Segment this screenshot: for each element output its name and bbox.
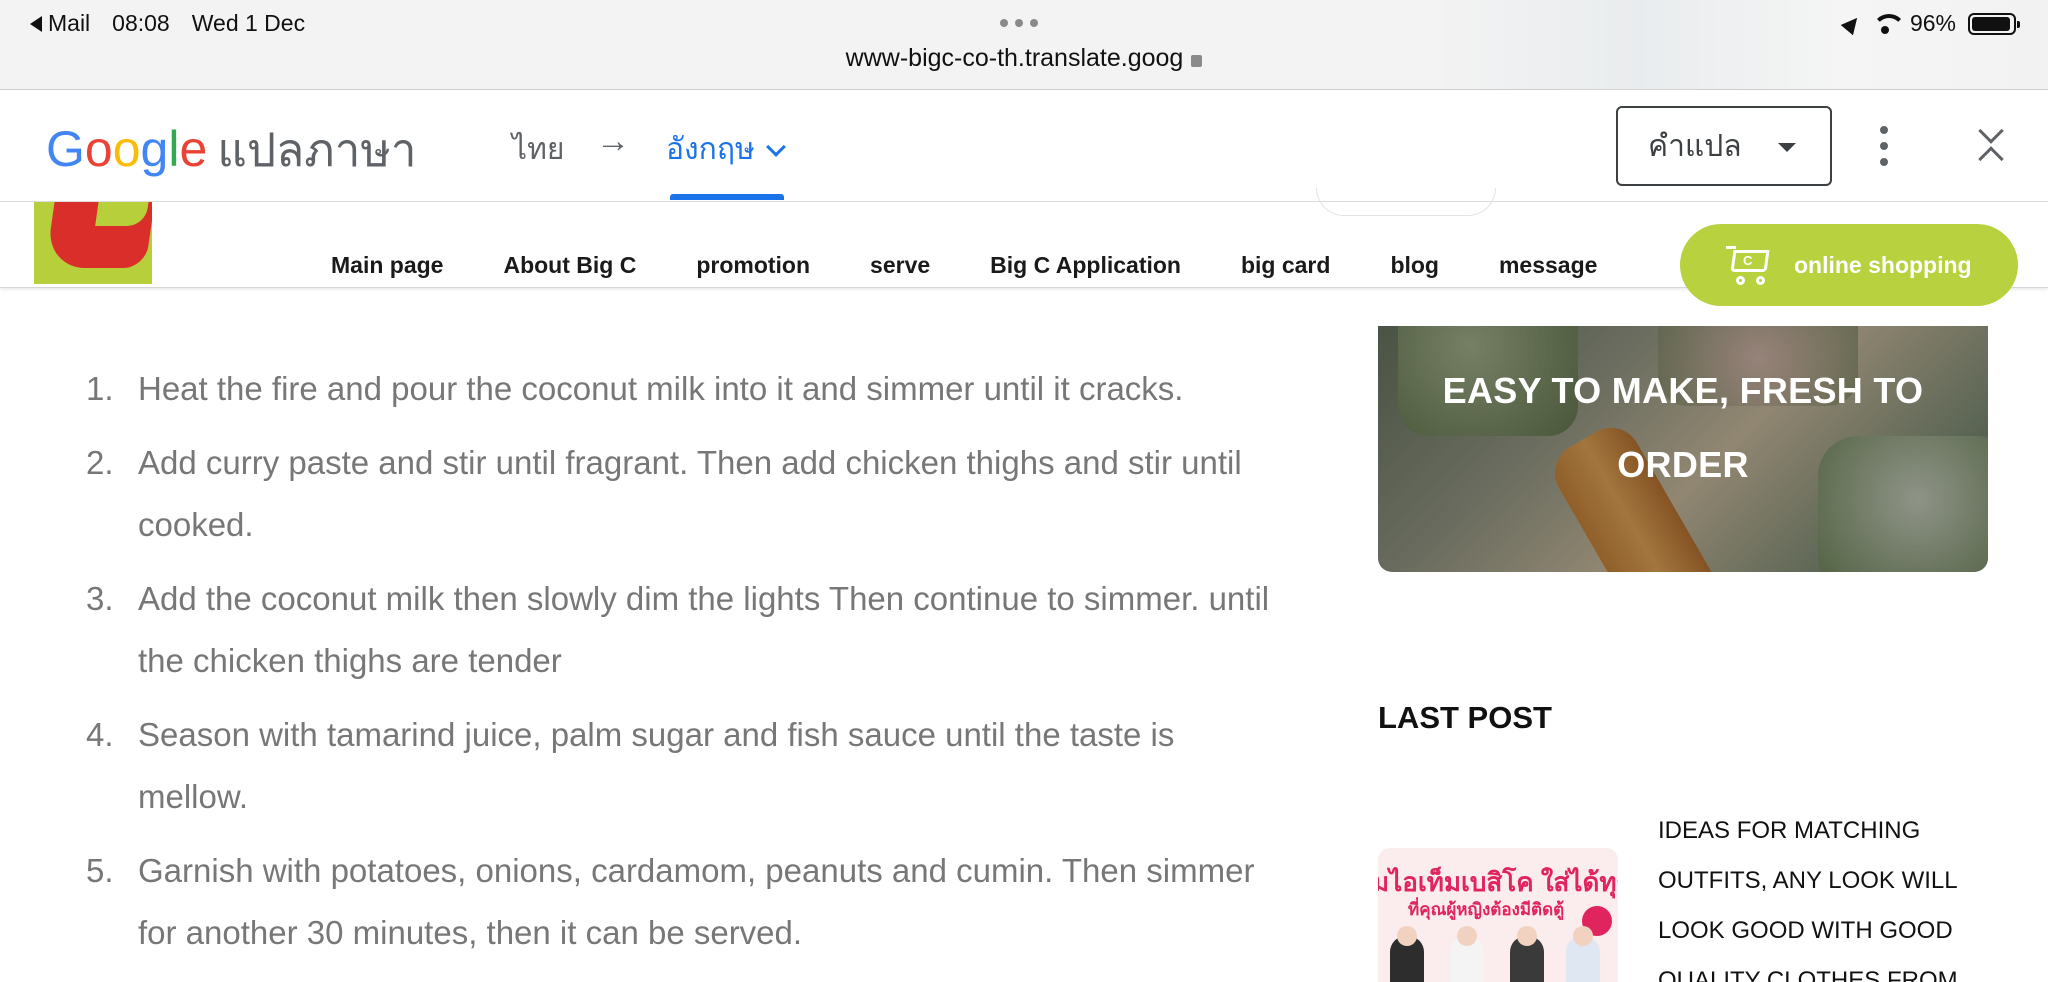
wifi-icon <box>1871 13 1906 34</box>
step-text: Add curry paste and stir until fragrant.… <box>138 444 1242 543</box>
browser-status-bar: Mail 08:08 Wed 1 Dec www-bigc-co-th.tran… <box>0 0 2048 90</box>
nav-link-about[interactable]: About Big C <box>503 252 636 279</box>
back-app-label: Mail <box>48 10 91 36</box>
big-c-logo[interactable] <box>34 202 152 284</box>
lock-icon <box>1191 55 1203 67</box>
promo-title: EASY TO MAKE, FRESH TO ORDER <box>1442 370 1924 485</box>
online-shopping-label: online shopping <box>1794 251 1972 278</box>
step-number: 1. <box>86 370 114 407</box>
step-number: 4. <box>86 716 114 753</box>
collapse-icon[interactable] <box>1978 118 2006 172</box>
online-shopping-button[interactable]: C online shopping <box>1680 224 2018 306</box>
step-text: Add the coconut milk then slowly dim the… <box>138 580 1270 679</box>
view-mode-select[interactable]: คำแปล <box>1616 106 1832 186</box>
address-bar[interactable]: www-bigc-co-th.translate.goog <box>0 44 2048 73</box>
google-translate-logo: Google แปลภาษา <box>46 114 417 187</box>
battery-percent: 96% <box>1909 10 1956 36</box>
arrow-right-icon: → <box>596 122 630 160</box>
target-language-label: อังกฤษ <box>666 133 755 166</box>
page: Mail 08:08 Wed 1 Dec www-bigc-co-th.tran… <box>0 0 2048 982</box>
view-mode-value: คำแปล <box>1648 129 1742 163</box>
nav-link-serve[interactable]: serve <box>870 252 930 279</box>
promo-banner[interactable]: EASY TO MAKE, FRESH TO ORDER <box>1378 326 1988 572</box>
logo-suffix: แปลภาษา <box>217 124 417 176</box>
model-figure <box>1390 926 1424 982</box>
thumbnail-subtext: ที่คุณผู้หญิงต้องมีติดตู้ <box>1408 900 1565 919</box>
site-navigation: Main page About Big C promotion serve Bi… <box>0 188 2048 306</box>
back-triangle-icon <box>30 15 42 32</box>
model-figure <box>1510 926 1544 982</box>
list-item: 5. Garnish with potatoes, onions, cardam… <box>72 840 1292 964</box>
search-pill[interactable] <box>1316 188 1496 216</box>
nav-link-promotion[interactable]: promotion <box>696 252 810 279</box>
nav-link-big-card[interactable]: big card <box>1241 252 1330 279</box>
last-post-heading: LAST POST <box>1378 700 1552 735</box>
battery-icon <box>1968 12 2020 35</box>
post-title-link[interactable]: IDEAS FOR MATCHING OUTFITS, ANY LOOK WIL… <box>1658 806 1988 982</box>
step-number: 5. <box>86 852 114 889</box>
active-tab-indicator <box>670 194 784 200</box>
recipe-steps-list: 1. Heat the fire and pour the coconut mi… <box>72 358 1292 976</box>
url-text: www-bigc-co-th.translate.goog <box>845 44 1184 72</box>
step-text: Season with tamarind juice, palm sugar a… <box>138 716 1175 815</box>
step-text: Heat the fire and pour the coconut milk … <box>138 370 1184 407</box>
model-figure <box>1566 926 1600 982</box>
cart-icon: C <box>1726 242 1772 286</box>
google-translate-bar: Google แปลภาษา ไทย → อังกฤษ คำแปล <box>0 90 2048 202</box>
back-to-app-button[interactable]: Mail <box>30 10 90 37</box>
list-item: 3. Add the coconut milk then slowly dim … <box>72 568 1292 692</box>
status-right: 96% <box>1840 10 2020 37</box>
nav-link-blog[interactable]: blog <box>1390 252 1439 279</box>
list-item: 2. Add curry paste and stir until fragra… <box>72 432 1292 556</box>
more-options-icon[interactable] <box>1880 126 1888 166</box>
list-item: 1. Heat the fire and pour the coconut mi… <box>72 358 1292 420</box>
status-date: Wed 1 Dec <box>191 10 306 36</box>
dropdown-caret-icon <box>1778 143 1796 152</box>
step-text: Garnish with potatoes, onions, cardamom,… <box>138 852 1255 951</box>
status-time: 08:08 <box>112 10 170 36</box>
step-number: 2. <box>86 444 114 481</box>
chevron-down-icon <box>765 136 786 157</box>
location-icon <box>1840 12 1864 35</box>
model-figure <box>1450 926 1484 982</box>
step-number: 3. <box>86 580 114 617</box>
nav-link-message[interactable]: message <box>1499 252 1597 279</box>
target-language-tab[interactable]: อังกฤษ <box>666 126 786 173</box>
post-thumbnail[interactable]: มไอเท็มเบสิโค ใส่ได้ทุกว ที่คุณผู้หญิงต้… <box>1378 848 1618 982</box>
nav-link-main-page[interactable]: Main page <box>331 252 443 279</box>
nav-links: Main page About Big C promotion serve Bi… <box>331 252 1597 279</box>
status-left: Mail 08:08 Wed 1 Dec <box>30 10 305 37</box>
source-language-tab[interactable]: ไทย <box>512 126 564 173</box>
multitasking-dots-icon[interactable] <box>1000 19 1038 27</box>
list-item: 4. Season with tamarind juice, palm suga… <box>72 704 1292 828</box>
nav-link-application[interactable]: Big C Application <box>990 252 1181 279</box>
